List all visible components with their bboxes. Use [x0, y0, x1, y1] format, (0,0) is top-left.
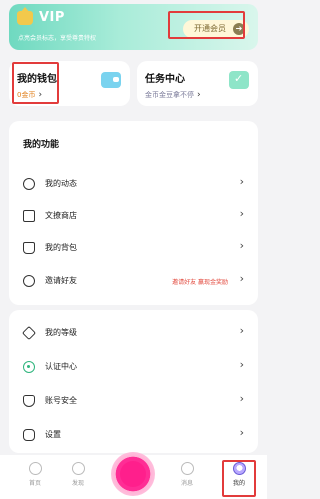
shop-icon: [23, 210, 35, 222]
settings-card: 我的等级 › 认证中心 › 账号安全 › 设置 ›: [9, 310, 258, 453]
wallet-balance: 0金币 ›: [17, 90, 42, 100]
chevron-right-icon: ›: [197, 90, 201, 100]
menu-item-moments[interactable]: 我的动态 ›: [9, 170, 258, 200]
wallet-balance-value: 0金币: [17, 91, 36, 99]
menu-item-label: 设置: [45, 430, 61, 439]
tab-message[interactable]: 消息: [167, 462, 207, 496]
settings-icon: [23, 429, 35, 441]
menu-item-label: 账号安全: [45, 396, 77, 405]
tab-home[interactable]: 首页: [15, 462, 55, 496]
menu-item-label: 我的动态: [45, 179, 77, 188]
backpack-icon: [23, 242, 35, 254]
my-functions-card: 我的功能 我的动态 › 文撩商店 › 我的背包 › 邀请好友 邀请好友 赢现金奖…: [9, 121, 258, 305]
menu-item-shop[interactable]: 文撩商店 ›: [9, 202, 258, 232]
chevron-right-icon: ›: [38, 90, 43, 100]
menu-item-label: 我的等级: [45, 328, 77, 337]
invite-icon: [23, 275, 35, 287]
chevron-right-icon: ›: [239, 358, 244, 371]
task-center-card[interactable]: 任务中心 金币金豆拿不停 ›: [137, 61, 258, 106]
discover-icon: [71, 462, 85, 475]
chevron-right-icon: ›: [239, 207, 244, 220]
menu-item-level[interactable]: 我的等级 ›: [9, 319, 258, 349]
wallet-title: 我的钱包: [17, 74, 57, 85]
chevron-right-icon: ›: [239, 324, 244, 337]
arrow-right-icon: ➔: [233, 23, 245, 35]
security-icon: [23, 395, 35, 407]
wallet-icon: [101, 72, 121, 88]
menu-item-verification[interactable]: 认证中心 ›: [9, 353, 258, 383]
invite-reward-text: 邀请好友 赢现金奖励: [172, 279, 228, 286]
section-heading: 我的功能: [23, 140, 60, 150]
chevron-right-icon: ›: [239, 392, 244, 405]
center-action-button[interactable]: [111, 452, 155, 496]
message-icon: [180, 462, 194, 475]
task-center-subtitle: 金币金豆拿不停 ›: [145, 90, 201, 100]
chevron-right-icon: ›: [239, 426, 244, 439]
open-membership-button[interactable]: 开通会员 ➔: [183, 20, 249, 38]
menu-item-account-security[interactable]: 账号安全 ›: [9, 387, 258, 417]
moments-icon: [23, 178, 35, 190]
vip-subtitle: 点亮会员标志，享受尊贵特权: [18, 35, 97, 42]
menu-item-backpack[interactable]: 我的背包 ›: [9, 234, 258, 264]
tab-label: 消息: [180, 480, 193, 487]
home-icon: [28, 462, 42, 475]
tab-mine[interactable]: 我的: [219, 462, 259, 496]
tab-label: 发现: [71, 480, 84, 487]
menu-item-label: 认证中心: [45, 362, 77, 371]
open-membership-label: 开通会员: [194, 24, 226, 33]
wallet-card[interactable]: 我的钱包 0金币 ›: [9, 61, 130, 106]
tab-discover[interactable]: 发现: [58, 462, 98, 496]
chevron-right-icon: ›: [239, 175, 244, 188]
task-calendar-icon: [229, 71, 249, 89]
level-icon: [21, 325, 37, 341]
task-center-title: 任务中心: [145, 74, 185, 85]
profile-icon: [232, 462, 246, 475]
crown-icon: [17, 7, 33, 25]
chevron-right-icon: ›: [239, 239, 244, 252]
task-center-subtitle-text: 金币金豆拿不停: [145, 91, 194, 99]
menu-item-label: 邀请好友: [45, 276, 77, 285]
menu-item-label: 文撩商店: [45, 211, 77, 220]
verification-icon: [23, 361, 35, 373]
tab-label: 我的: [232, 480, 245, 487]
menu-item-label: 我的背包: [45, 243, 77, 252]
tab-label: 首页: [28, 480, 41, 487]
chevron-right-icon: ›: [239, 272, 244, 285]
vip-banner[interactable]: VIP 点亮会员标志，享受尊贵特权 开通会员 ➔: [9, 4, 258, 50]
vip-title: VIP: [39, 10, 65, 25]
menu-item-settings[interactable]: 设置 ›: [9, 421, 258, 451]
menu-item-invite[interactable]: 邀请好友 邀请好友 赢现金奖励 ›: [9, 267, 258, 297]
